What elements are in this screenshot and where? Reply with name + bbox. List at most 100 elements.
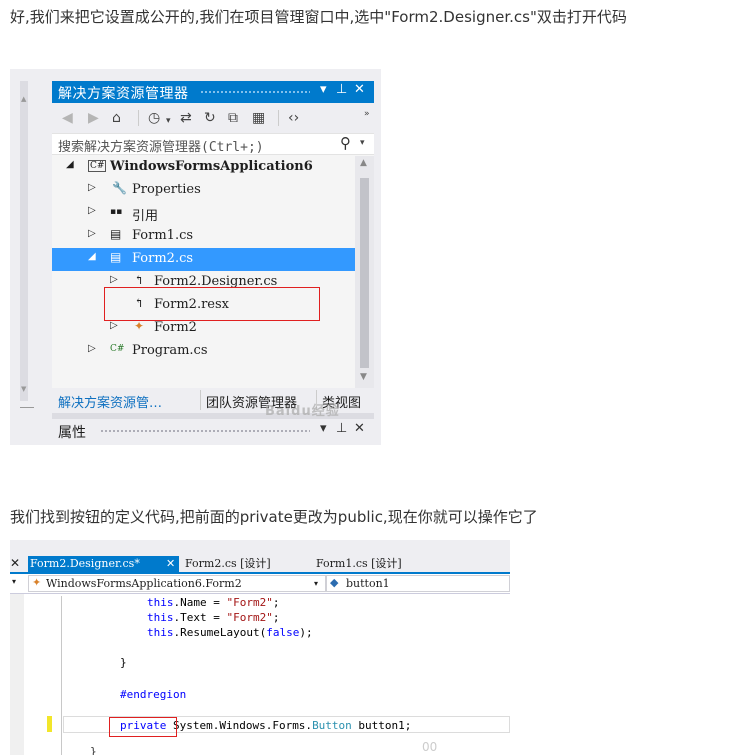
tree-item-label: Form2.cs xyxy=(132,251,194,266)
field-icon: ◆ xyxy=(330,576,339,589)
close-icon[interactable]: ✕ xyxy=(166,556,175,572)
code-text: ; xyxy=(272,596,280,609)
type-name: Button xyxy=(312,719,352,732)
search-icon[interactable]: ⚲ xyxy=(340,134,351,152)
tab-label: Form2.Designer.cs* xyxy=(30,557,140,570)
dropdown-icon[interactable]: ▾ xyxy=(320,421,327,436)
wrench-icon: 🔧 xyxy=(112,181,127,195)
collapsed-icon[interactable]: ▷ xyxy=(110,320,118,331)
scroll-up-icon: ▲ xyxy=(21,95,27,103)
code-line: #endregion xyxy=(120,688,187,701)
string-literal: "Form2" xyxy=(226,611,273,624)
close-icon[interactable]: ✕ xyxy=(354,82,365,97)
collapsed-icon[interactable]: ▷ xyxy=(110,274,118,285)
code-editor-screenshot: ✕ Form2.Designer.cs* ✕ Form2.cs [设计] For… xyxy=(10,540,510,755)
solution-explorer-panel: 解决方案资源管理器 ▾ ⊥ ✕ ◀ ▶ ⌂ ◷ ▾ ⇄ ↻ ⧉ ▦ ‹› » 搜… xyxy=(52,81,374,441)
code-line: this.ResumeLayout(false); xyxy=(147,626,313,640)
code-file-icon: ↰ xyxy=(134,273,145,287)
panel-title-bar: 解决方案资源管理器 ▾ ⊥ ✕ xyxy=(52,81,374,103)
tree-item-label: Form2 xyxy=(154,320,197,335)
chevron-down-icon[interactable]: ▾ xyxy=(12,577,16,586)
code-line: } xyxy=(90,745,97,755)
pin-icon[interactable]: ⊥ xyxy=(336,421,347,436)
back-icon[interactable]: ◀ xyxy=(62,109,73,127)
keyword: this xyxy=(147,596,174,609)
code-line: this.Text = "Form2"; xyxy=(147,611,279,625)
class-icon: ✦ xyxy=(134,319,145,333)
change-marker xyxy=(47,716,52,732)
keyword: false xyxy=(266,626,300,639)
solution-tree: ◢ C# WindowsFormsApplication6 ▷ 🔧 Proper… xyxy=(52,156,355,388)
pin-icon[interactable]: ⊥ xyxy=(336,82,347,97)
references-icon: ▪▪ xyxy=(110,207,123,217)
outline-line xyxy=(61,596,62,755)
document-tabs: ✕ Form2.Designer.cs* ✕ Form2.cs [设计] For… xyxy=(10,540,510,574)
tree-item-references[interactable]: ▷ ▪▪ 引用 xyxy=(52,202,355,225)
history-icon[interactable]: ◷ xyxy=(148,109,160,127)
tab-separator xyxy=(200,390,201,410)
tab-form1-design[interactable]: Form1.cs [设计] xyxy=(316,556,402,572)
tree-item-label: Form1.cs xyxy=(132,228,194,243)
type-dropdown-value: WindowsFormsApplication6.Form2 xyxy=(46,577,242,590)
collapsed-icon[interactable]: ▷ xyxy=(88,182,96,193)
toolbar-separator xyxy=(278,110,279,126)
tree-item-label: Properties xyxy=(132,182,201,197)
code-text: button1; xyxy=(351,719,412,732)
tab-form2-designer[interactable]: Form2.Designer.cs* ✕ xyxy=(28,556,179,572)
collapsed-icon[interactable]: ▷ xyxy=(88,205,96,216)
scroll-up-icon[interactable]: ▲ xyxy=(360,158,367,168)
properties-icon[interactable]: ▦ xyxy=(252,109,265,127)
tree-item-project[interactable]: ◢ C# WindowsFormsApplication6 xyxy=(52,156,355,179)
code-text: .Name = xyxy=(173,596,227,609)
tree-item-label: 引用 xyxy=(132,209,159,224)
dropdown-icon[interactable]: ▾ xyxy=(320,82,327,97)
tree-item-properties[interactable]: ▷ 🔧 Properties xyxy=(52,179,355,202)
member-dropdown-value: button1 xyxy=(346,577,390,590)
grip-dots xyxy=(200,90,310,95)
tab-solution-explorer[interactable]: 解决方案资源管… xyxy=(58,392,162,411)
tree-scrollbar[interactable]: ▲ ▼ xyxy=(355,156,374,388)
collapsed-icon[interactable]: ▷ xyxy=(88,228,96,239)
tree-item-program[interactable]: ▷ C# Program.cs xyxy=(52,340,355,363)
expanded-icon[interactable]: ◢ xyxy=(66,159,74,170)
csharp-project-icon: C# xyxy=(88,160,107,172)
code-line: } xyxy=(120,656,127,669)
properties-title: 属性 xyxy=(58,425,86,441)
tree-item-form1[interactable]: ▷ ▤ Form1.cs xyxy=(52,225,355,248)
scroll-down-icon[interactable]: ▼ xyxy=(360,372,367,382)
collapse-all-icon[interactable]: ⧉ xyxy=(228,109,238,127)
close-icon[interactable]: ✕ xyxy=(10,556,20,570)
home-icon[interactable]: ⌂ xyxy=(112,109,121,127)
chevron-down-icon[interactable]: ▾ xyxy=(166,112,171,130)
chevron-down-icon[interactable]: ▾ xyxy=(360,138,365,148)
sync-icon[interactable]: ⇄ xyxy=(180,109,192,127)
view-code-icon[interactable]: ‹› xyxy=(288,109,299,127)
solution-explorer-screenshot: ▲ ▼ 解决方案资源管理器 ▾ ⊥ ✕ ◀ ▶ ⌂ ◷ ▾ ⇄ ↻ ⧉ ▦ ‹›… xyxy=(10,69,381,445)
close-icon[interactable]: ✕ xyxy=(354,421,365,436)
collapsed-icon[interactable]: ▷ xyxy=(88,343,96,354)
chevron-down-icon[interactable]: ▾ xyxy=(314,579,318,588)
code-text: .Text = xyxy=(173,611,227,624)
code-text: System.Windows.Forms. xyxy=(166,719,313,732)
editor-gutter xyxy=(10,594,24,755)
search-box[interactable]: 搜索解决方案资源管理器(Ctrl+;) ⚲ ▾ xyxy=(52,133,374,155)
tab-form2-design[interactable]: Form2.cs [设计] xyxy=(185,556,271,572)
instruction-paragraph: 我们找到按钮的定义代码,把前面的private更改为public,现在你就可以操… xyxy=(10,508,538,526)
toolbar-separator xyxy=(138,110,139,126)
expanded-icon[interactable]: ◢ xyxy=(88,251,96,262)
overflow-icon[interactable]: » xyxy=(364,105,370,123)
scroll-thumb[interactable] xyxy=(360,178,369,368)
string-literal: "Form2" xyxy=(226,596,273,609)
scroll-down-icon: ▼ xyxy=(21,385,27,393)
grip-dots xyxy=(100,429,310,433)
form-file-icon: ▤ xyxy=(110,250,122,264)
keyword: this xyxy=(147,626,174,639)
tree-item-form2[interactable]: ◢ ▤ Form2.cs xyxy=(52,248,355,271)
properties-title-bar: 属性 ▾ ⊥ ✕ xyxy=(52,419,374,441)
explorer-toolbar: ◀ ▶ ⌂ ◷ ▾ ⇄ ↻ ⧉ ▦ ‹› » xyxy=(52,103,374,133)
forward-icon[interactable]: ▶ xyxy=(88,109,99,127)
refresh-icon[interactable]: ↻ xyxy=(204,109,216,127)
left-dock-strip: ▲ ▼ xyxy=(20,81,28,401)
intro-paragraph: 好,我们来把它设置成公开的,我们在项目管理窗口中,选中"Form2.Design… xyxy=(10,8,627,26)
code-text: ; xyxy=(272,611,280,624)
